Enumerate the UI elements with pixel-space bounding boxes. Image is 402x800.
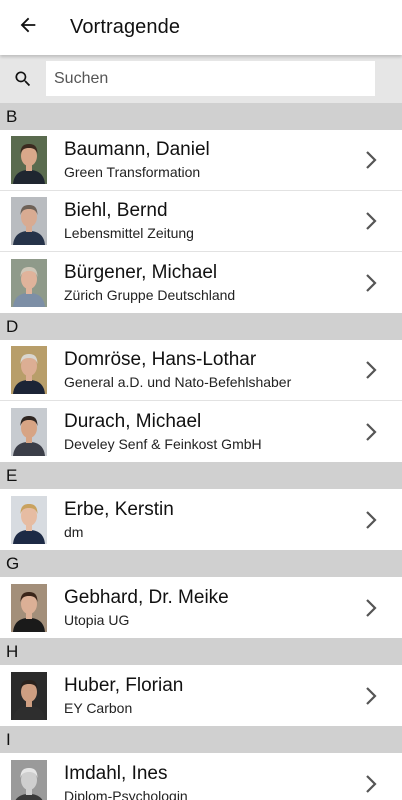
- speaker-text: Durach, Michael Develey Senf & Feinkost G…: [64, 411, 262, 453]
- section-header: G: [0, 550, 402, 577]
- speaker-name: Gebhard, Dr. Meike: [64, 586, 229, 608]
- speaker-row[interactable]: Biehl, Bernd Lebensmittel Zeitung: [0, 191, 402, 252]
- speaker-name: Bürgener, Michael: [64, 261, 218, 283]
- speaker-text: Baumann, Daniel Green Transformation: [64, 139, 210, 181]
- speaker-name: Erbe, Kerstin: [64, 498, 174, 520]
- avatar: [11, 346, 47, 394]
- speaker-organization: General a.D. und Nato-Befehlshaber: [64, 374, 292, 390]
- chevron-right-icon: [364, 211, 378, 231]
- speaker-organization: EY Carbon: [64, 699, 133, 716]
- chevron-right-icon: [364, 510, 378, 530]
- speaker-organization: Diplom-Psychologin: [64, 787, 188, 800]
- speaker-organization: Zürich Gruppe Deutschland: [64, 286, 236, 303]
- chevron-right-icon: [364, 273, 378, 293]
- section-header: E: [0, 462, 402, 489]
- page-title: Vortragende: [70, 16, 181, 38]
- speaker-row[interactable]: Baumann, Daniel Green Transformation: [0, 130, 402, 191]
- speaker-row[interactable]: Gebhard, Dr. Meike Utopia UG: [0, 577, 402, 638]
- speaker-text: Gebhard, Dr. Meike Utopia UG: [64, 587, 229, 629]
- speaker-organization: Lebensmittel Zeitung: [64, 225, 194, 241]
- search-icon[interactable]: [0, 55, 46, 103]
- chevron-right-icon: [364, 422, 378, 442]
- speaker-organization: Green Transformation: [64, 164, 201, 180]
- speaker-list: B Baumann, Daniel Green Transformation Bieh…: [0, 103, 402, 800]
- section-header: H: [0, 638, 402, 665]
- speaker-row[interactable]: Imdahl, Ines Diplom-Psychologin: [0, 753, 402, 800]
- speaker-row[interactable]: Domröse, Hans-Lothar General a.D. und Nat…: [0, 340, 402, 401]
- speaker-row[interactable]: Bürgener, Michael Zürich Gruppe Deutschla…: [0, 252, 402, 313]
- speaker-text: Huber, Florian EY Carbon: [64, 675, 183, 717]
- speaker-organization: Utopia UG: [64, 611, 130, 628]
- speaker-text: Domröse, Hans-Lothar General a.D. und Nat…: [64, 349, 291, 391]
- search-bar: [0, 55, 402, 103]
- arrow-left-icon: [17, 14, 39, 41]
- avatar: [11, 583, 47, 632]
- speaker-organization: Develey Senf & Feinkost GmbH: [64, 435, 262, 452]
- speaker-name: Huber, Florian: [64, 674, 184, 696]
- section-header: D: [0, 313, 402, 340]
- avatar: [11, 495, 47, 544]
- speaker-organization: dm: [64, 523, 84, 540]
- avatar: [11, 258, 47, 307]
- section-header: I: [0, 726, 402, 753]
- speaker-text: Bürgener, Michael Zürich Gruppe Deutschla…: [64, 262, 235, 304]
- chevron-right-icon: [364, 598, 378, 618]
- speaker-text: Imdahl, Ines Diplom-Psychologin: [64, 763, 188, 800]
- chevron-right-icon: [364, 360, 378, 380]
- speaker-name: Durach, Michael: [64, 410, 202, 432]
- avatar: [11, 759, 47, 800]
- avatar: [11, 136, 47, 184]
- avatar: [11, 197, 47, 245]
- search-input[interactable]: [46, 61, 375, 96]
- chevron-right-icon: [364, 150, 378, 170]
- chevron-right-icon: [364, 774, 378, 794]
- app-bar: Vortragende: [0, 0, 402, 55]
- back-button[interactable]: [0, 0, 56, 55]
- speaker-row[interactable]: Huber, Florian EY Carbon: [0, 665, 402, 726]
- avatar: [11, 407, 47, 456]
- speaker-row[interactable]: Erbe, Kerstin dm: [0, 489, 402, 550]
- speaker-row[interactable]: Durach, Michael Develey Senf & Feinkost G…: [0, 401, 402, 462]
- speaker-name: Domröse, Hans-Lothar: [64, 349, 257, 370]
- speaker-name: Biehl, Bernd: [64, 200, 168, 221]
- speaker-text: Biehl, Bernd Lebensmittel Zeitung: [64, 200, 194, 242]
- avatar: [11, 671, 47, 720]
- section-header: B: [0, 103, 402, 130]
- speaker-name: Baumann, Daniel: [64, 139, 210, 160]
- speaker-name: Imdahl, Ines: [64, 762, 168, 784]
- speaker-text: Erbe, Kerstin dm: [64, 499, 174, 541]
- chevron-right-icon: [364, 686, 378, 706]
